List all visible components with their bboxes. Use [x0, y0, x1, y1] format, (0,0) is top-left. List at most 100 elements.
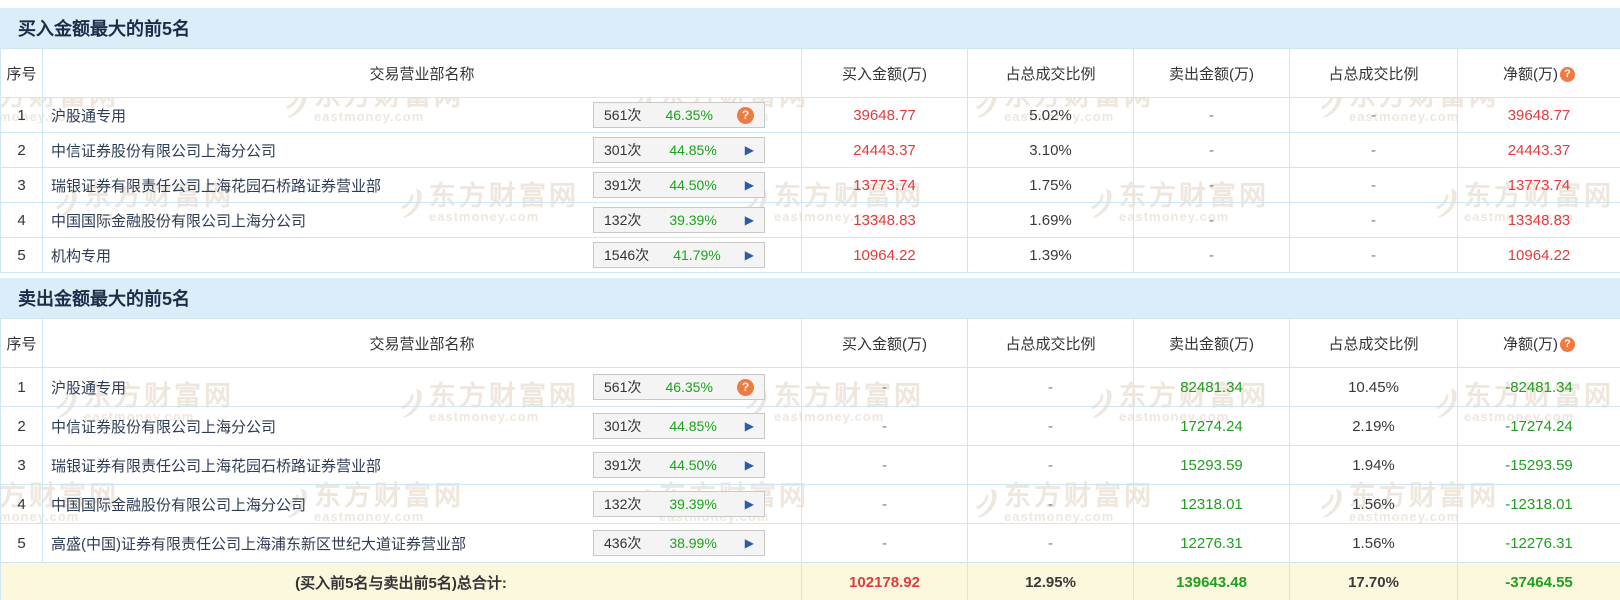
branch-name-cell: 瑞银证券有限责任公司上海花园石桥路证券营业部 391次 44.50% ▶: [42, 445, 802, 485]
buy-top5-section-header: 买入金额最大的前5名: [0, 8, 1620, 48]
sell-amount-cell: 15293.59: [1133, 445, 1290, 485]
table-row: 1 沪股通专用 561次 46.35% ? - - 82481.34 10.45…: [0, 367, 1620, 407]
column-header-label: 交易营业部名称: [369, 335, 475, 353]
table-row: 2 中信证券股份有限公司上海分公司 301次 44.85% ▶ - - 1727…: [0, 406, 1620, 446]
rank-cell: 4: [0, 202, 43, 238]
sell-amount-cell: -: [1133, 237, 1290, 273]
totals-sell-ratio: 17.70%: [1289, 562, 1458, 600]
expand-arrow-icon[interactable]: ▶: [745, 249, 754, 261]
branch-name: 中国国际金融股份有限公司上海分公司: [51, 496, 307, 514]
expand-arrow-icon[interactable]: ▶: [745, 537, 754, 549]
totals-label: (买入前5名与卖出前5名)总合计:: [0, 562, 802, 600]
column-header: 交易营业部名称: [42, 318, 802, 368]
win-rate-percent: 44.50%: [669, 177, 717, 193]
column-header: 卖出金额(万): [1133, 48, 1290, 98]
totals-sell-amount: 139643.48: [1133, 562, 1290, 600]
expand-arrow-icon[interactable]: ▶: [745, 214, 754, 226]
help-icon[interactable]: ?: [737, 106, 754, 124]
buy-amount-cell: 24443.37: [801, 132, 968, 168]
expand-arrow-icon[interactable]: ▶: [745, 498, 754, 510]
column-header-label: 序号: [6, 65, 37, 83]
win-rate-percent: 44.85%: [669, 142, 717, 158]
column-header: 占总成交比例: [967, 48, 1134, 98]
win-rate-percent: 39.39%: [669, 212, 717, 228]
table-row: 3 瑞银证券有限责任公司上海花园石桥路证券营业部 391次 44.50% ▶ -…: [0, 445, 1620, 485]
sell-ratio-cell: 1.94%: [1289, 445, 1458, 485]
column-header: 序号: [0, 48, 43, 98]
trade-count-badge[interactable]: 1546次 41.79% ▶: [593, 242, 765, 268]
sell-amount-cell: -: [1133, 97, 1290, 133]
branch-name-cell: 机构专用 1546次 41.79% ▶: [42, 237, 802, 273]
appearance-count: 132次: [604, 496, 642, 512]
rank-cell: 1: [0, 367, 43, 407]
net-amount-cell: 10964.22: [1457, 237, 1620, 273]
net-amount-cell: 39648.77: [1457, 97, 1620, 133]
totals-net-amount: -37464.55: [1457, 562, 1620, 600]
broker-ranking-page: 东方财富网eastmoney.com东方财富网eastmoney.com东方财富…: [0, 0, 1620, 600]
trade-count-badge[interactable]: 391次 44.50% ▶: [593, 452, 765, 478]
sell-ratio-cell: -: [1289, 167, 1458, 203]
sell-amount-cell: 12276.31: [1133, 523, 1290, 563]
sell-top5-section-header: 卖出金额最大的前5名: [0, 278, 1620, 318]
expand-arrow-icon[interactable]: ▶: [745, 179, 754, 191]
branch-name: 中信证券股份有限公司上海分公司: [51, 418, 277, 436]
totals-row: (买入前5名与卖出前5名)总合计: 102178.92 12.95% 13964…: [0, 562, 1620, 600]
net-amount-help-icon[interactable]: ?: [1560, 66, 1575, 82]
column-header-label: 占总成交比例: [1328, 65, 1419, 83]
sell-ratio-cell: -: [1289, 97, 1458, 133]
rank-cell: 3: [0, 445, 43, 485]
appearance-count: 391次: [604, 457, 642, 473]
net-amount-cell: -12276.31: [1457, 523, 1620, 563]
branch-name: 中国国际金融股份有限公司上海分公司: [51, 212, 307, 230]
rank-cell: 2: [0, 406, 43, 446]
win-rate-percent: 38.99%: [669, 535, 717, 551]
expand-arrow-icon[interactable]: ▶: [745, 420, 754, 432]
trade-count-badge[interactable]: 301次 44.85% ▶: [593, 137, 765, 163]
column-header: 占总成交比例: [1289, 318, 1458, 368]
buy-ratio-cell: 1.39%: [967, 237, 1134, 273]
branch-name-cell: 沪股通专用 561次 46.35% ?: [42, 97, 802, 133]
expand-arrow-icon[interactable]: ▶: [745, 144, 754, 156]
column-header: 卖出金额(万): [1133, 318, 1290, 368]
trade-count-badge[interactable]: 436次 38.99% ▶: [593, 530, 765, 556]
branch-name: 沪股通专用: [51, 107, 127, 125]
sell-ratio-cell: 2.19%: [1289, 406, 1458, 446]
totals-buy-amount: 102178.92: [801, 562, 968, 600]
branch-name-cell: 瑞银证券有限责任公司上海花园石桥路证券营业部 391次 44.50% ▶: [42, 167, 802, 203]
appearance-count: 561次: [604, 379, 642, 395]
trade-count-badge[interactable]: 132次 39.39% ▶: [593, 491, 765, 517]
table-row: 2 中信证券股份有限公司上海分公司 301次 44.85% ▶ 24443.37…: [0, 132, 1620, 168]
buy-ratio-cell: -: [967, 445, 1134, 485]
rank-cell: 5: [0, 523, 43, 563]
buy-ratio-cell: 5.02%: [967, 97, 1134, 133]
trade-count-badge[interactable]: 561次 46.35% ?: [593, 102, 765, 128]
sell-top5-section-title: 卖出金额最大的前5名: [18, 289, 191, 309]
expand-arrow-icon[interactable]: ▶: [745, 459, 754, 471]
sell-amount-cell: 82481.34: [1133, 367, 1290, 407]
column-header-label: 净额(万): [1503, 65, 1558, 83]
buy-ratio-cell: -: [967, 406, 1134, 446]
branch-name-cell: 沪股通专用 561次 46.35% ?: [42, 367, 802, 407]
net-amount-cell: 13773.74: [1457, 167, 1620, 203]
help-icon[interactable]: ?: [737, 378, 754, 396]
buy-amount-cell: 39648.77: [801, 97, 968, 133]
trade-count-badge[interactable]: 391次 44.50% ▶: [593, 172, 765, 198]
net-amount-help-icon[interactable]: ?: [1560, 336, 1575, 352]
buy-ratio-cell: 1.75%: [967, 167, 1134, 203]
trade-count-badge[interactable]: 301次 44.85% ▶: [593, 413, 765, 439]
column-header-label: 占总成交比例: [1005, 65, 1096, 83]
table-header-row: 序号 交易营业部名称 买入金额(万) 占总成交比例 卖出金额(万) 占总成交比例 净额(万)…: [0, 318, 1620, 368]
win-rate-percent: 44.85%: [669, 418, 717, 434]
appearance-count: 436次: [604, 535, 642, 551]
trade-count-badge[interactable]: 561次 46.35% ?: [593, 374, 765, 400]
appearance-count: 391次: [604, 177, 642, 193]
net-amount-cell: 13348.83: [1457, 202, 1620, 238]
trade-count-badge[interactable]: 132次 39.39% ▶: [593, 207, 765, 233]
sell-ratio-cell: 1.56%: [1289, 484, 1458, 524]
buy-ratio-cell: 3.10%: [967, 132, 1134, 168]
column-header-label: 买入金额(万): [842, 65, 927, 83]
buy-top5-table: 序号 交易营业部名称 买入金额(万) 占总成交比例 卖出金额(万) 占总成交比例 净额(万)…: [0, 48, 1620, 273]
buy-amount-cell: -: [801, 367, 968, 407]
table-row: 1 沪股通专用 561次 46.35% ? 39648.77 5.02% - -…: [0, 97, 1620, 133]
sell-amount-cell: -: [1133, 132, 1290, 168]
